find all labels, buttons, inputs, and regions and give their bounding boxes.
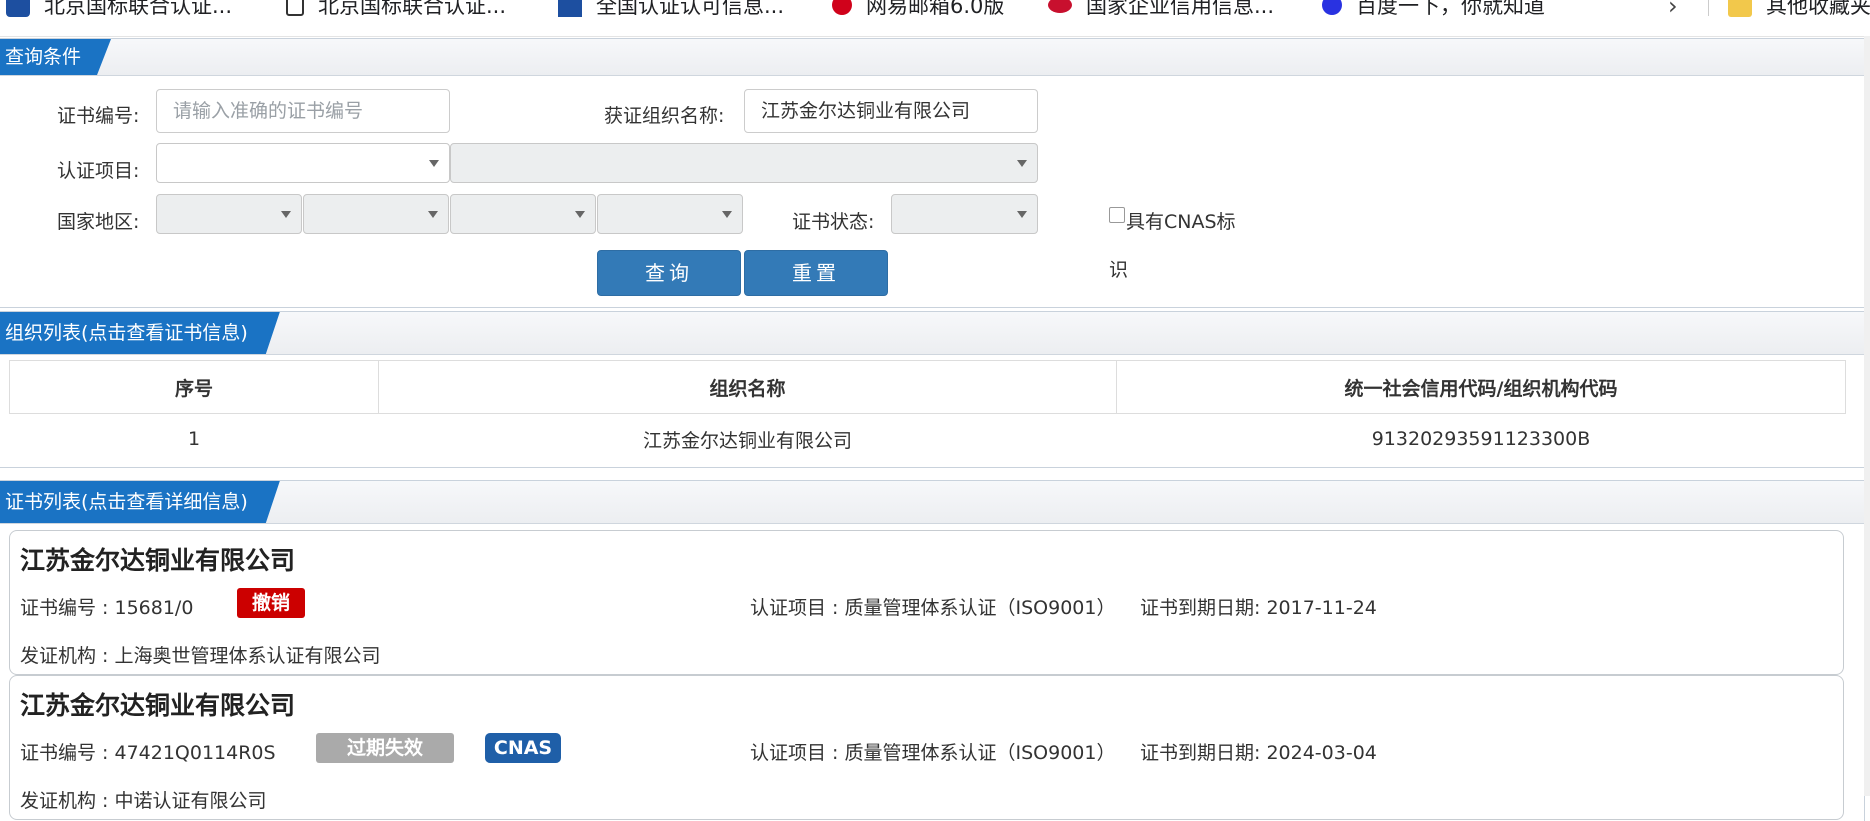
netease-icon	[832, 0, 852, 15]
bookmark-2[interactable]: 北京国标联合认证...	[286, 0, 506, 20]
project-label: 认证项目:	[57, 160, 140, 182]
cert-expiry: 证书到期日期: 2024-03-04	[1140, 742, 1377, 764]
region-label: 国家地区:	[57, 211, 140, 233]
project-subcategory-select[interactable]	[450, 143, 1038, 183]
page-icon	[286, 0, 304, 16]
red-emblem-icon	[1048, 0, 1072, 13]
org-list-title: 组织列表(点击查看证书信息)	[0, 312, 280, 354]
cert-card[interactable]: 江苏金尔达铜业有限公司 证书编号 : 47421Q0114R0S 过期失效 CN…	[9, 675, 1844, 820]
cert-org-name: 江苏金尔达铜业有限公司	[20, 546, 296, 575]
org-name-label: 获证组织名称:	[604, 105, 725, 127]
status-badge: 过期失效	[316, 733, 454, 763]
org-col-name: 组织名称	[378, 360, 1117, 414]
cnas-checkbox[interactable]	[1109, 207, 1125, 223]
org-list-header: 组织列表(点击查看证书信息)	[0, 312, 1864, 355]
cert-list-title: 证书列表(点击查看详细信息)	[0, 481, 280, 523]
bookmark-4[interactable]: 网易邮箱6.0版	[832, 0, 1004, 20]
bookmark-1[interactable]: 北京国标联合认证...	[6, 0, 232, 20]
bookmark-6[interactable]: 百度一下，你就知道	[1322, 0, 1545, 20]
blue-logo-icon	[6, 0, 30, 17]
org-name-input[interactable]: 江苏金尔达铜业有限公司	[744, 89, 1038, 133]
chevron-right-icon[interactable]: ›	[1668, 0, 1678, 20]
cert-org-name: 江苏金尔达铜业有限公司	[20, 691, 296, 720]
bookmark-other-folder[interactable]: 其他收藏夹	[1728, 0, 1870, 20]
org-row-name[interactable]: 江苏金尔达铜业有限公司	[379, 414, 1117, 465]
blue-grid-icon	[558, 0, 582, 17]
cert-issuer: 发证机构 : 上海奥世管理体系认证有限公司	[20, 645, 381, 667]
query-panel: 查询条件 证书编号: 请输入准确的证书编号 获证组织名称: 江苏金尔达铜业有限公…	[0, 38, 1865, 308]
cert-no: 证书编号 : 47421Q0114R0S	[20, 742, 276, 764]
region-select-3[interactable]	[450, 194, 596, 234]
status-label: 证书状态:	[792, 211, 875, 233]
cert-project: 认证项目 : 质量管理体系认证（ISO9001）	[750, 742, 1116, 764]
region-select-1[interactable]	[156, 194, 302, 234]
query-panel-header: 查询条件	[0, 39, 1864, 76]
cert-no-input[interactable]: 请输入准确的证书编号	[156, 89, 450, 133]
cnas-checkbox-label-wrap: 识	[1109, 259, 1129, 281]
cert-project: 认证项目 : 质量管理体系认证（ISO9001）	[750, 597, 1116, 619]
org-row-index: 1	[187, 428, 201, 450]
cert-card[interactable]: 江苏金尔达铜业有限公司 证书编号 : 15681/0 撤销 认证项目 : 质量管…	[9, 530, 1844, 675]
cert-expiry: 证书到期日期: 2017-11-24	[1140, 597, 1377, 619]
project-category-select[interactable]	[156, 143, 450, 183]
folder-icon	[1728, 0, 1752, 17]
region-select-2[interactable]	[303, 194, 449, 234]
bookmark-3[interactable]: 全国认证认可信息...	[558, 0, 784, 20]
org-table: 序号 组织名称 统一社会信用代码/组织机构代码 1 江苏金尔达铜业有限公司 91…	[9, 360, 1846, 464]
cert-no: 证书编号 : 15681/0	[20, 597, 194, 619]
cnas-badge: CNAS	[485, 733, 561, 763]
org-col-code: 统一社会信用代码/组织机构代码	[1116, 360, 1846, 414]
cert-list-header: 证书列表(点击查看详细信息)	[0, 481, 1864, 524]
reset-button[interactable]: 重置	[744, 250, 888, 296]
baidu-paw-icon	[1322, 0, 1342, 15]
status-select[interactable]	[891, 194, 1038, 234]
bookmark-separator	[1708, 0, 1709, 16]
table-row[interactable]: 1 江苏金尔达铜业有限公司 91320293591123300B	[10, 414, 1846, 465]
bookmarks-bar: 北京国标联合认证... 北京国标联合认证... 全国认证认可信息... 网易邮箱…	[0, 0, 1870, 37]
search-button[interactable]: 查询	[597, 250, 741, 296]
page-scrollbar[interactable]	[1864, 36, 1870, 796]
status-badge: 撤销	[237, 588, 305, 618]
cert-issuer: 发证机构 : 中诺认证有限公司	[20, 790, 267, 812]
cnas-checkbox-label: 具有CNAS标	[1126, 211, 1236, 233]
query-panel-title: 查询条件	[0, 39, 111, 75]
org-row-code: 91320293591123300B	[1371, 428, 1591, 450]
bookmark-5[interactable]: 国家企业信用信息...	[1048, 0, 1274, 20]
region-select-4[interactable]	[597, 194, 743, 234]
org-col-index: 序号	[9, 360, 379, 414]
cert-no-label: 证书编号:	[57, 105, 140, 127]
